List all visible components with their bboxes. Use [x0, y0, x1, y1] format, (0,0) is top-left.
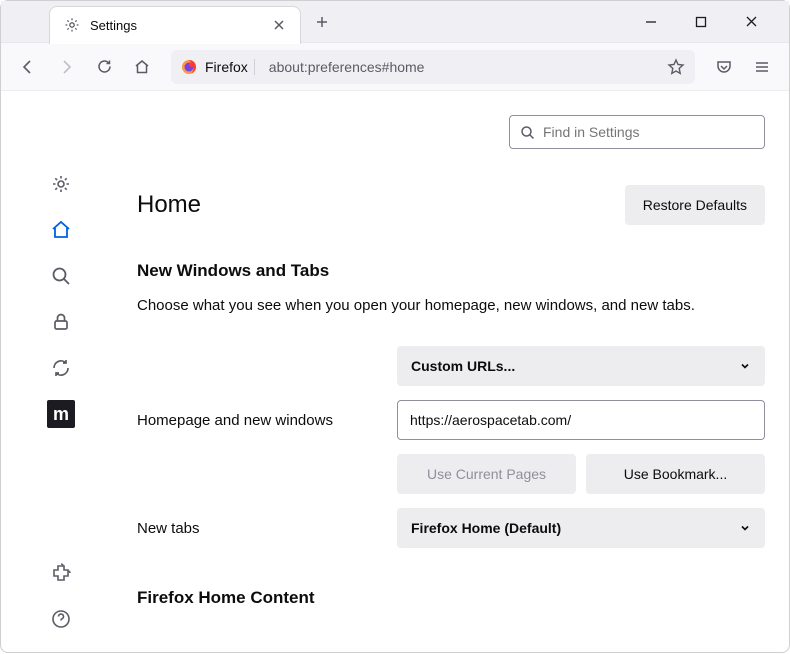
sidebar-item-m-icon[interactable]: m — [47, 400, 75, 428]
sidebar-item-search[interactable] — [40, 255, 82, 297]
forward-button[interactable] — [49, 50, 83, 84]
sidebar-item-sync[interactable] — [40, 347, 82, 389]
use-bookmark-button[interactable]: Use Bookmark... — [586, 454, 765, 494]
search-input[interactable] — [543, 124, 754, 140]
sidebar-item-home[interactable] — [40, 209, 82, 251]
settings-search[interactable] — [509, 115, 765, 149]
content-area: m Home Restore Defaults New Windows and … — [1, 91, 789, 654]
tab-title: Settings — [90, 18, 262, 33]
maximize-button[interactable] — [687, 8, 715, 36]
sidebar-item-privacy[interactable] — [40, 301, 82, 343]
home-button[interactable] — [125, 50, 159, 84]
bookmark-star-icon[interactable] — [667, 58, 685, 76]
homepage-mode-select[interactable]: Custom URLs... — [397, 346, 765, 386]
newtabs-label: New tabs — [137, 520, 377, 537]
new-tab-button[interactable] — [307, 7, 337, 37]
nav-toolbar: Firefox about:preferences#home — [1, 43, 789, 91]
page-heading: Home — [137, 191, 201, 219]
chevron-down-icon — [739, 522, 751, 534]
homepage-field-label: Homepage and new windows — [137, 412, 377, 429]
browser-tab[interactable]: Settings — [49, 6, 301, 44]
use-current-pages-button[interactable]: Use Current Pages — [397, 454, 576, 494]
close-window-button[interactable] — [737, 8, 765, 36]
section-description: Choose what you see when you open your h… — [137, 295, 765, 316]
newtabs-select[interactable]: Firefox Home (Default) — [397, 508, 765, 548]
identity-label: Firefox — [205, 59, 255, 75]
settings-sidebar: m — [1, 91, 121, 654]
minimize-button[interactable] — [637, 8, 665, 36]
sidebar-item-general[interactable] — [40, 163, 82, 205]
reload-button[interactable] — [87, 50, 121, 84]
main-panel: Home Restore Defaults New Windows and Ta… — [121, 91, 789, 654]
gear-icon — [64, 17, 80, 33]
back-button[interactable] — [11, 50, 45, 84]
url-bar[interactable]: Firefox about:preferences#home — [171, 50, 695, 84]
sidebar-item-extensions[interactable] — [40, 552, 82, 594]
section-title: New Windows and Tabs — [137, 261, 765, 281]
menu-button[interactable] — [745, 50, 779, 84]
homepage-url-input[interactable] — [397, 400, 765, 440]
pocket-button[interactable] — [707, 50, 741, 84]
home-content-title: Firefox Home Content — [137, 588, 765, 608]
sidebar-item-help[interactable] — [40, 598, 82, 640]
chevron-down-icon — [739, 360, 751, 372]
restore-defaults-button[interactable]: Restore Defaults — [625, 185, 765, 225]
url-text: about:preferences#home — [263, 59, 659, 75]
close-icon[interactable] — [272, 18, 286, 32]
search-icon — [520, 125, 535, 140]
titlebar: Settings — [1, 1, 789, 43]
window-controls — [637, 8, 789, 36]
firefox-logo-icon — [181, 59, 197, 75]
